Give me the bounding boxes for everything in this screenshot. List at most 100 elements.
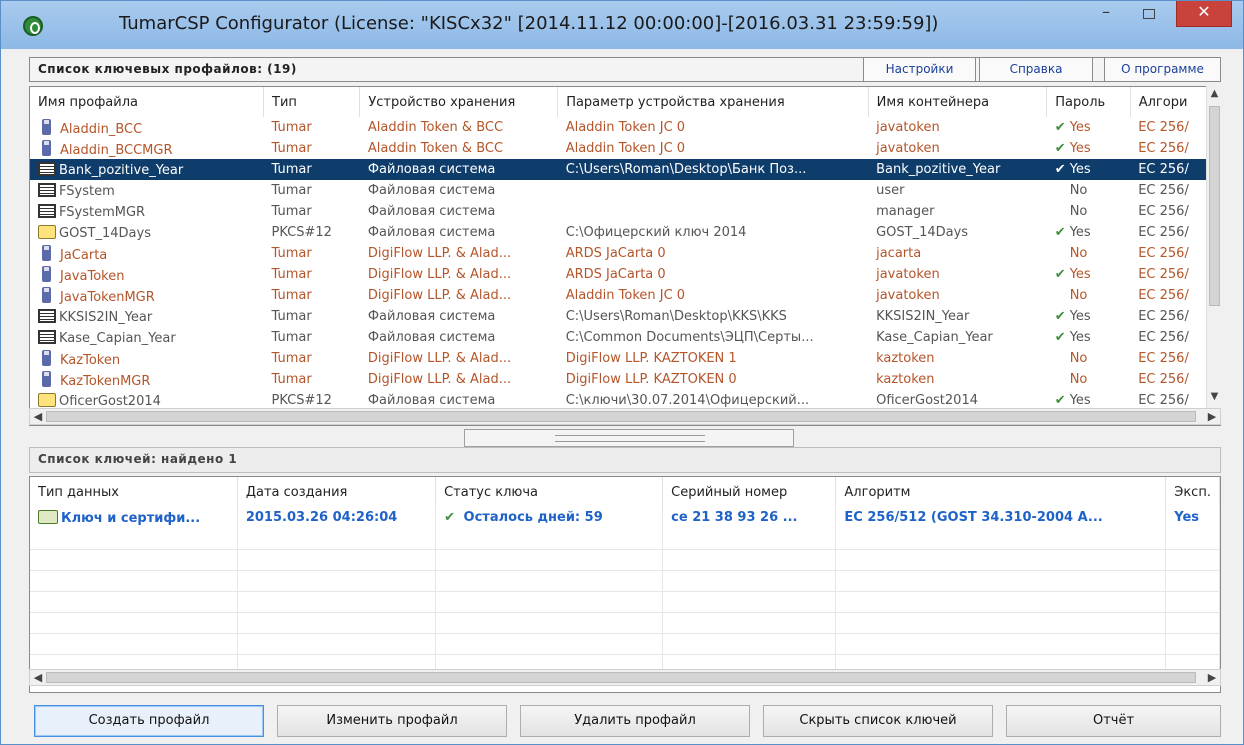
table-row[interactable]: FSystemMGR Tumar Файловая система manager ✔N… [30, 201, 1220, 222]
table-row[interactable]: KazTokenMGR Tumar DigiFlow LLP. & Alad... D… [30, 369, 1220, 390]
password-value: Yes [1069, 267, 1091, 282]
column-header[interactable]: Тип данных [30, 477, 238, 507]
panel-splitter[interactable] [464, 429, 794, 447]
table-row[interactable]: JavaToken Tumar DigiFlow LLP. & Alad... ARD… [30, 264, 1220, 285]
scroll-up-icon[interactable]: ▲ [1207, 88, 1222, 99]
column-header[interactable]: Параметр устройства хранения [557, 87, 869, 117]
storage-param-cell [558, 201, 868, 222]
scroll-right-icon[interactable]: ▶ [1204, 670, 1220, 685]
container-name-cell: kaztoken [876, 351, 935, 366]
column-header[interactable]: Пароль [1046, 87, 1131, 117]
table-row[interactable]: GOST_14Days PKCS#12 Файловая система C:\Офи… [30, 222, 1220, 243]
password-value: Yes [1069, 225, 1091, 240]
container-name-cell: javatoken [876, 120, 940, 135]
about-link[interactable]: О программе [1104, 57, 1221, 82]
hide-keys-button[interactable]: Скрыть список ключей [763, 705, 993, 737]
password-value: No [1069, 351, 1088, 366]
keys-horizontal-scrollbar[interactable]: ◀ ▶ [29, 669, 1221, 686]
profiles-table-header: Имя профайла Тип Устройство хранения Параме… [30, 87, 1220, 117]
password-value: Yes [1069, 393, 1091, 408]
keys-list-header: Список ключей: найдено 1 [29, 447, 1221, 473]
profile-name-cell: Kase_Capian_Year [30, 327, 264, 348]
column-header[interactable]: Устройство хранения [359, 87, 559, 117]
minimize-button[interactable]: – [1091, 1, 1121, 27]
column-header[interactable]: Тип [263, 87, 361, 117]
password-value: No [1069, 204, 1088, 219]
table-row[interactable]: Aladdin_BCCMGR Tumar Aladdin Token & BCC Al… [30, 138, 1220, 159]
filesystem-icon [38, 182, 56, 197]
table-row[interactable]: Kase_Capian_Year Tumar Файловая система C:\… [30, 327, 1220, 348]
table-row[interactable]: FSystemTumarФайловая системаuser✔NoEC 25… [30, 180, 1220, 201]
profile-type-cell: Tumar [271, 267, 312, 282]
password-value: Yes [1069, 309, 1091, 324]
storage-device-cell: Файловая система [367, 183, 496, 198]
edit-profile-button[interactable]: Изменить профайл [277, 705, 507, 737]
table-row[interactable]: Aladdin_BCC Tumar Aladdin Token & BCC Aladd… [30, 117, 1220, 138]
password-value: Yes [1069, 162, 1091, 177]
scroll-thumb[interactable] [46, 672, 1196, 683]
table-row[interactable]: Bank_pozitive_Year Tumar Файловая система C… [30, 159, 1220, 180]
window-title: TumarCSP Configurator (License: "KISCx32… [119, 13, 939, 34]
delete-profile-button[interactable]: Удалить профайл [520, 705, 750, 737]
creation-date-cell: 2015.03.26 04:26:04 [237, 507, 437, 528]
close-button[interactable]: ✕ [1176, 1, 1232, 27]
scroll-down-icon[interactable]: ▼ [1207, 391, 1222, 402]
profile-type-cell: Tumar [271, 246, 312, 261]
storage-param-cell: ARDS JaCarta 0 [565, 267, 666, 282]
checkmark-icon: ✔ [1054, 162, 1066, 177]
table-row[interactable]: Ключ и сертифи... 2015.03.26 04:26:04 ✔ Ос… [30, 507, 1220, 528]
profile-name-cell: Bank_pozitive_Year [30, 159, 264, 180]
storage-device-cell: Файловая система [367, 309, 496, 324]
column-header[interactable]: Алгоритм [835, 477, 1167, 507]
column-header[interactable]: Имя контейнера [868, 87, 1048, 117]
column-header[interactable]: Серийный номер [662, 477, 837, 507]
password-value: Yes [1069, 330, 1091, 345]
column-header[interactable]: Имя профайла [30, 87, 265, 117]
storage-device-cell: DigiFlow LLP. & Alad... [367, 267, 512, 282]
table-row[interactable]: KKSIS2IN_Year Tumar Файловая система C:\Use… [30, 306, 1220, 327]
column-header[interactable]: Дата создания [237, 477, 437, 507]
token-icon [42, 286, 51, 303]
help-link[interactable]: Справка [979, 57, 1093, 82]
create-profile-button[interactable]: Создать профайл [34, 705, 264, 737]
storage-param-cell: DigiFlow LLP. KAZTOKEN 0 [565, 372, 737, 387]
settings-link[interactable]: Настройки [863, 57, 976, 82]
scroll-left-icon[interactable]: ◀ [30, 409, 46, 424]
container-name-cell: Bank_pozitive_Year [868, 159, 1047, 180]
profile-type-cell: Tumar [271, 183, 312, 198]
profile-name-cell: JaCarta [30, 243, 264, 264]
checkmark-icon: ✔ [1054, 120, 1066, 135]
filesystem-icon [38, 203, 56, 218]
scroll-thumb[interactable] [46, 411, 1196, 422]
empty-row [30, 549, 1220, 571]
password-cell: ✔ Yes [1047, 327, 1130, 348]
checkmark-icon: ✔ [1054, 225, 1066, 240]
container-name-cell: kaztoken [876, 372, 935, 387]
pkcs-icon [38, 392, 56, 407]
token-icon [42, 139, 51, 156]
column-header[interactable]: Эксп. [1165, 477, 1220, 507]
password-value: Yes [1069, 141, 1091, 156]
scroll-left-icon[interactable]: ◀ [30, 670, 46, 685]
profile-name: OficerGost2014 [59, 393, 161, 409]
password-cell: ✔No [1047, 243, 1130, 264]
table-row[interactable]: JaCarta Tumar DigiFlow LLP. & Alad... ARDS … [30, 243, 1220, 264]
profile-name: FSystem [59, 183, 115, 199]
column-header[interactable]: Статус ключа [435, 477, 664, 507]
key-status-cell: ✔ Осталось дней: 59 [435, 507, 664, 528]
scroll-thumb[interactable] [1209, 106, 1220, 306]
profiles-horizontal-scrollbar[interactable]: ◀ ▶ [29, 408, 1221, 425]
maximize-button[interactable] [1134, 1, 1164, 27]
password-cell: ✔ Yes [1047, 138, 1130, 159]
report-button[interactable]: Отчёт [1006, 705, 1221, 737]
scroll-right-icon[interactable]: ▶ [1204, 409, 1220, 424]
table-row[interactable]: JavaTokenMGR Tumar DigiFlow LLP. & Alad...… [30, 285, 1220, 306]
password-cell: ✔No [1047, 180, 1130, 201]
export-cell: Yes [1165, 507, 1220, 528]
profile-type-cell: Tumar [271, 288, 312, 303]
profile-name-cell: Aladdin_BCCMGR [30, 138, 264, 159]
profile-name: Kase_Capian_Year [59, 330, 176, 346]
profiles-vertical-scrollbar[interactable]: ▲ ▼ [1206, 86, 1221, 408]
table-row[interactable]: KazToken Tumar DigiFlow LLP. & Alad... Digi… [30, 348, 1220, 369]
title-bar[interactable]: TumarCSP Configurator (License: "KISCx32… [1, 1, 1243, 49]
